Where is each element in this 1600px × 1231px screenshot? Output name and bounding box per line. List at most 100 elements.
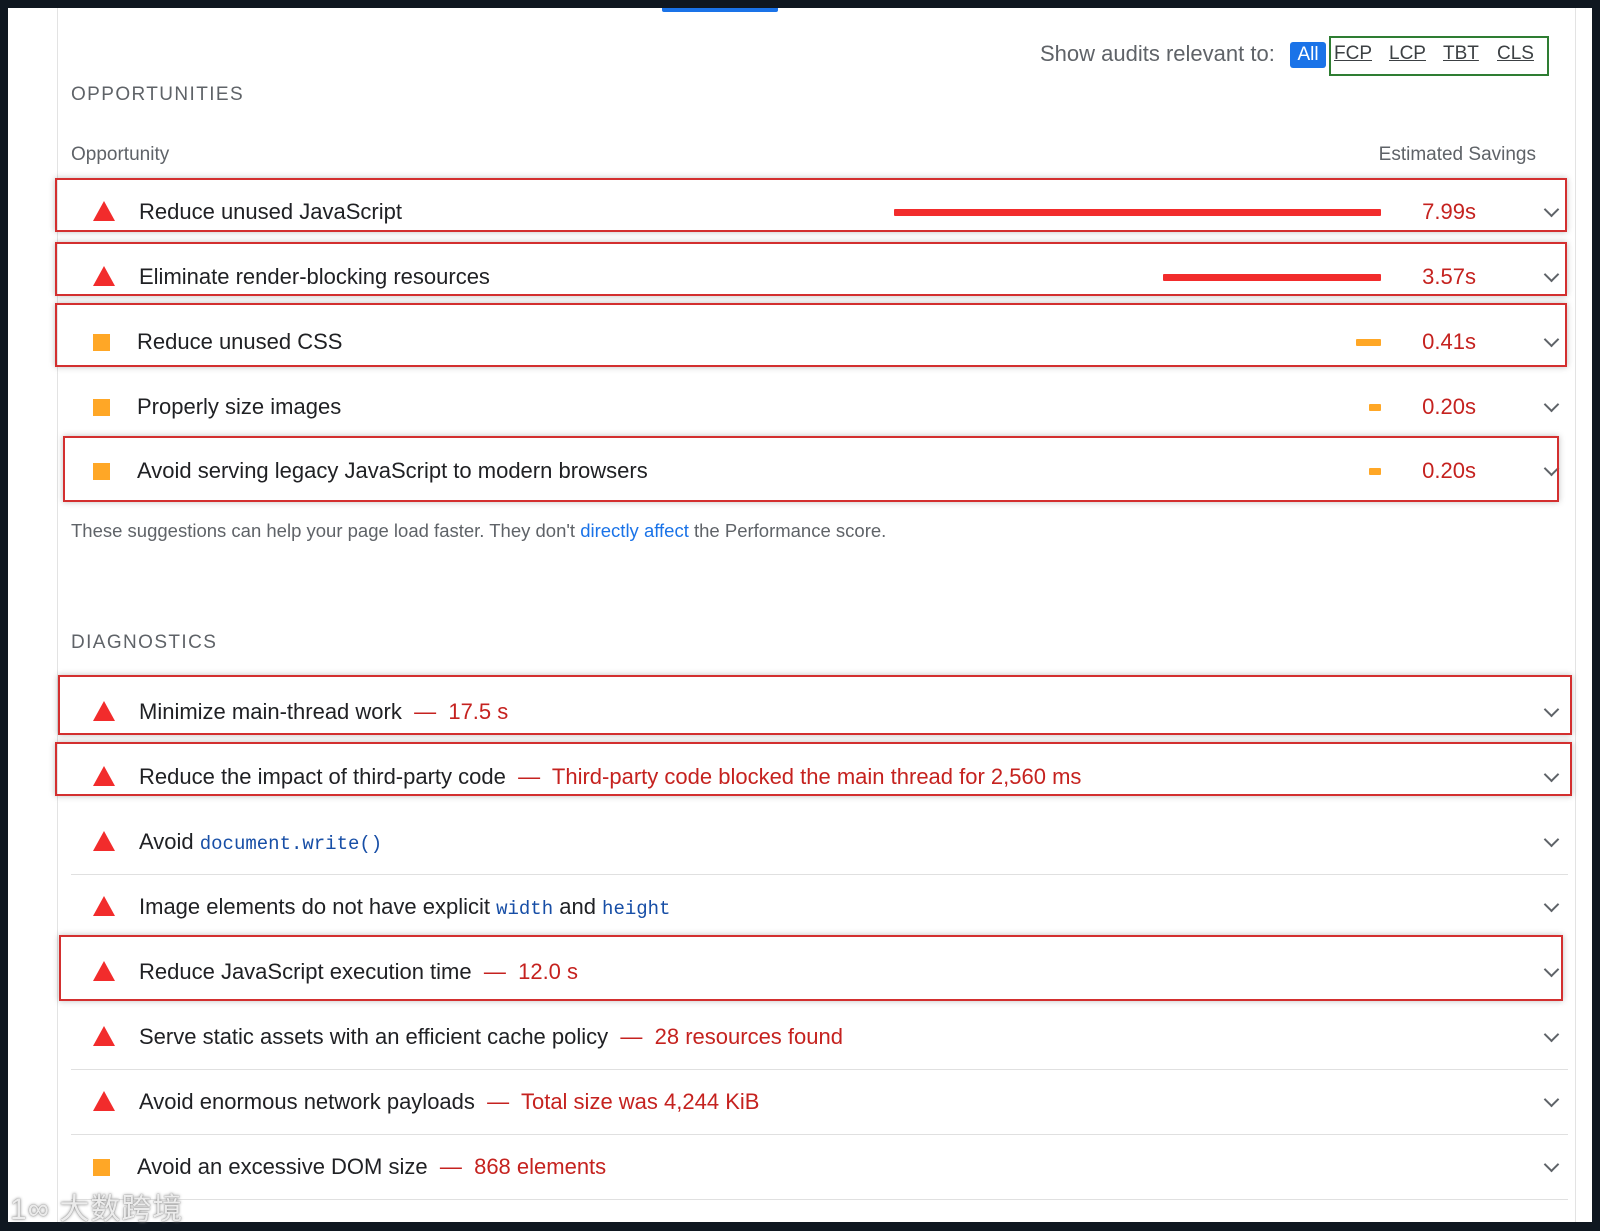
savings-bar (894, 209, 1381, 216)
chevron-down-icon[interactable] (1543, 961, 1560, 978)
diagnostic-row[interactable]: Avoid an excessive DOM size — 868 elemen… (71, 1135, 1568, 1199)
diagnostic-label: Image elements do not have explicit (139, 894, 497, 919)
code-snippet: width (496, 898, 554, 920)
chevron-down-icon[interactable] (1543, 460, 1560, 477)
filter-all-button[interactable]: All (1290, 42, 1326, 68)
chevron-down-icon[interactable] (1543, 701, 1560, 718)
code-snippet: document.write() (199, 833, 383, 855)
filter-cls-link[interactable]: CLS (1497, 43, 1534, 65)
diagnostic-value: 17.5 s (448, 699, 509, 724)
em-dash: — (518, 764, 541, 789)
diagnostic-row[interactable]: Image elements do not have explicit widt… (71, 875, 1568, 939)
savings-value: 7.99s (1422, 199, 1476, 224)
diagnostic-row[interactable]: Reduce JavaScript execution time — 12.0 … (71, 940, 1568, 1004)
savings-value: 0.20s (1422, 458, 1476, 483)
fail-triangle-icon (93, 896, 115, 916)
chevron-down-icon[interactable] (1543, 896, 1560, 913)
filter-fcp-link[interactable]: FCP (1334, 43, 1372, 65)
chevron-down-icon[interactable] (1543, 396, 1560, 413)
watermark-logo: 1∞ 大数跨境 (10, 1193, 184, 1226)
code-snippet: height (602, 898, 671, 920)
opportunity-row[interactable]: Avoid serving legacy JavaScript to moder… (71, 439, 1568, 503)
chevron-down-icon[interactable] (1543, 331, 1560, 348)
fail-triangle-icon (93, 831, 115, 851)
opportunity-row[interactable]: Eliminate render-blocking resources 3.57… (71, 245, 1568, 309)
diagnostic-title: Avoid enormous network payloads — Total … (139, 1089, 759, 1115)
fail-triangle-icon (93, 961, 115, 981)
warning-square-icon (93, 399, 110, 416)
chevron-down-icon[interactable] (1543, 1026, 1560, 1043)
chevron-down-icon[interactable] (1543, 1156, 1560, 1173)
fail-triangle-icon (93, 1091, 115, 1111)
opportunity-title: Reduce unused CSS (137, 329, 343, 354)
left-border (57, 8, 58, 1222)
chevron-down-icon[interactable] (1543, 266, 1560, 283)
fail-triangle-icon (93, 766, 115, 786)
diagnostic-label: and (553, 894, 603, 919)
active-tab-indicator (662, 8, 778, 12)
em-dash: — (620, 1024, 643, 1049)
diagnostic-value: 868 elements (474, 1154, 607, 1179)
savings-bar (1356, 339, 1381, 346)
right-border (1575, 8, 1576, 1222)
fail-triangle-icon (93, 201, 115, 221)
screen: Show audits relevant to: All FCP LCP TBT… (0, 0, 1600, 1231)
note-text: These suggestions can help your page loa… (71, 520, 581, 541)
diagnostic-label: Avoid (139, 829, 200, 854)
opportunities-heading: OPPORTUNITIES (71, 84, 245, 105)
em-dash: — (483, 959, 506, 984)
savings-bar (1163, 274, 1381, 281)
opportunity-title: Eliminate render-blocking resources (139, 264, 490, 289)
savings-value: 0.20s (1422, 394, 1476, 419)
chevron-down-icon[interactable] (1543, 766, 1560, 783)
note-text: the Performance score. (688, 520, 887, 541)
diagnostic-label: Serve static assets with an efficient ca… (139, 1024, 609, 1049)
opportunity-row[interactable]: Reduce unused JavaScript 7.99s (71, 180, 1568, 244)
savings-value: 0.41s (1422, 329, 1476, 354)
diagnostic-value: Total size was 4,244 KiB (520, 1089, 760, 1114)
fail-triangle-icon (93, 701, 115, 721)
opportunity-column-header: Opportunity (71, 144, 170, 165)
opportunity-title: Properly size images (137, 394, 342, 419)
fail-triangle-icon (93, 1026, 115, 1046)
em-dash: — (414, 699, 437, 724)
opportunity-title: Reduce unused JavaScript (139, 199, 402, 224)
diagnostic-row[interactable]: Avoid enormous network payloads — Total … (71, 1070, 1568, 1134)
filter-lcp-link[interactable]: LCP (1389, 43, 1426, 65)
chevron-down-icon[interactable] (1543, 201, 1560, 218)
filter-label: Show audits relevant to: (1040, 41, 1275, 66)
chevron-down-icon[interactable] (1543, 1091, 1560, 1108)
fail-triangle-icon (93, 266, 115, 286)
opportunity-row[interactable]: Reduce unused CSS 0.41s (71, 310, 1568, 374)
filter-tbt-link[interactable]: TBT (1443, 43, 1479, 65)
diagnostic-row[interactable]: Reduce the impact of third-party code — … (71, 745, 1568, 809)
em-dash: — (487, 1089, 510, 1114)
diagnostic-value: Third-party code blocked the main thread… (551, 764, 1082, 789)
opportunities-note: These suggestions can help your page loa… (71, 520, 886, 542)
opportunity-row[interactable]: Properly size images 0.20s (71, 375, 1568, 439)
diagnostic-row[interactable]: Minimize main-thread work — 17.5 s (71, 680, 1568, 744)
diagnostic-label: Avoid enormous network payloads (139, 1089, 475, 1114)
diagnostics-heading: DIAGNOSTICS (71, 632, 218, 653)
directly-affect-link[interactable]: directly affect (580, 520, 689, 541)
warning-square-icon (93, 1159, 110, 1176)
diagnostic-title: Reduce JavaScript execution time — 12.0 … (139, 959, 578, 985)
diagnostic-title: Avoid document.write() (139, 829, 382, 855)
diagnostic-title: Image elements do not have explicit widt… (139, 894, 670, 920)
chevron-down-icon[interactable] (1543, 831, 1560, 848)
em-dash: — (439, 1154, 462, 1179)
diagnostic-title: Reduce the impact of third-party code — … (139, 764, 1081, 790)
diagnostic-title: Serve static assets with an efficient ca… (139, 1024, 843, 1050)
diagnostic-value: 12.0 s (518, 959, 579, 984)
opportunity-title: Avoid serving legacy JavaScript to moder… (137, 458, 648, 483)
diagnostic-label: Reduce JavaScript execution time (139, 959, 472, 984)
diagnostic-row[interactable]: Serve static assets with an efficient ca… (71, 1005, 1568, 1069)
warning-square-icon (93, 463, 110, 480)
savings-column-header: Estimated Savings (1378, 144, 1536, 165)
savings-bar (1369, 468, 1381, 475)
diagnostic-row[interactable]: Avoid document.write() (71, 810, 1568, 874)
row-divider (71, 1199, 1568, 1200)
savings-value: 3.57s (1422, 264, 1476, 289)
warning-square-icon (93, 334, 110, 351)
savings-bar (1369, 404, 1381, 411)
